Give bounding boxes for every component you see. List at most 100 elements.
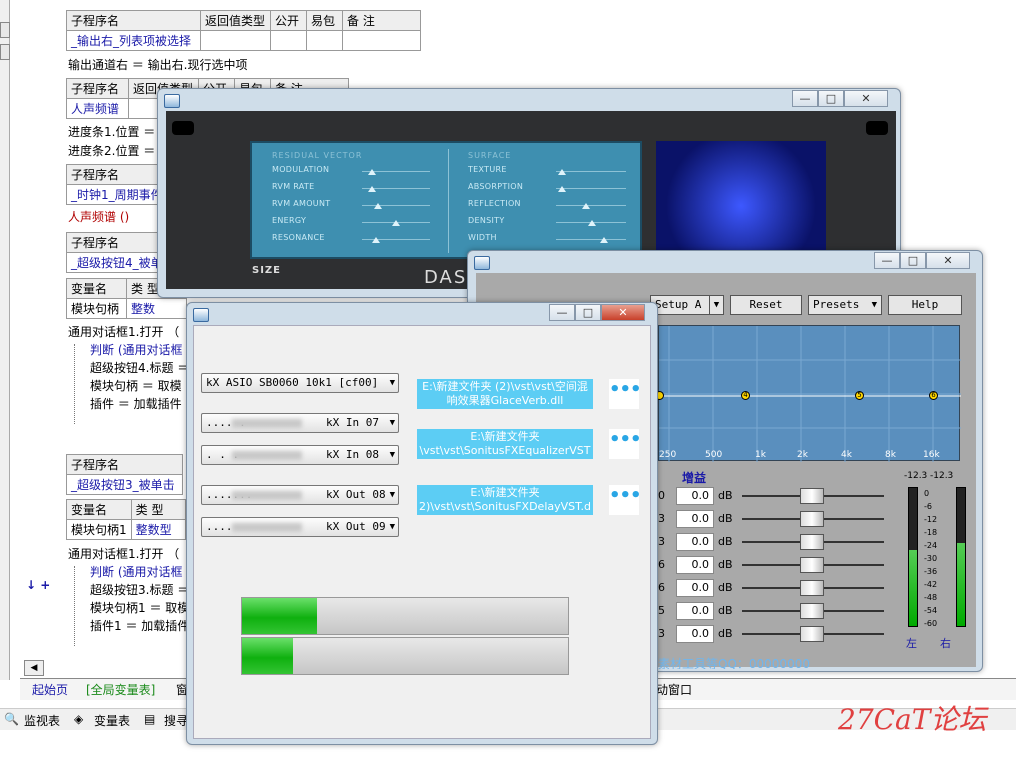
maximize-button[interactable]: □ xyxy=(575,304,601,321)
input-device-select[interactable]: kX ASIO SB0060 10k1 [cf00] ▼ xyxy=(201,373,399,393)
help-button[interactable]: Help xyxy=(888,295,962,315)
setup-select[interactable]: Setup A ▼ xyxy=(650,295,724,315)
close-button[interactable]: ✕ xyxy=(926,252,970,269)
var-name[interactable]: 模块句柄1 xyxy=(66,519,132,540)
param-slider[interactable] xyxy=(600,237,608,243)
code-line[interactable]: 插件 ＝ 加载插件 xyxy=(90,395,182,412)
eq-band-point[interactable]: 6 xyxy=(929,391,938,400)
channel-select-3[interactable]: ....... kX Out 08 ▼ xyxy=(201,485,399,505)
maximize-button[interactable]: □ xyxy=(818,90,844,107)
left-scroll-panel[interactable] xyxy=(0,0,10,680)
browse-button-1[interactable]: ••• xyxy=(609,379,642,409)
reset-button[interactable]: Reset xyxy=(730,295,802,315)
param-slider[interactable] xyxy=(558,169,566,175)
param-slider[interactable] xyxy=(558,186,566,192)
var-type[interactable]: 整数型 xyxy=(130,519,186,540)
sub-name[interactable]: 人声频谱 xyxy=(66,98,129,119)
code-line[interactable]: 模块句柄1 ＝ 取模 xyxy=(90,599,189,616)
gain-slider-handle[interactable] xyxy=(800,603,824,619)
gain-input[interactable]: 0.0 xyxy=(676,625,714,643)
gain-input[interactable]: 0.0 xyxy=(676,602,714,620)
var-type[interactable]: 整数 xyxy=(126,298,187,319)
meter-scale-label: 0 xyxy=(924,489,930,498)
minimize-button[interactable]: — xyxy=(874,252,900,269)
meter-peak-left: -12.3 xyxy=(904,471,928,481)
code-line[interactable]: 输出通道右 ＝ 输出右.现行选中项 xyxy=(68,56,247,73)
close-button[interactable]: ✕ xyxy=(844,90,888,107)
param-slider[interactable] xyxy=(372,237,380,243)
param-slider[interactable] xyxy=(582,203,590,209)
channel-prefix: .... xyxy=(206,520,233,533)
minimize-button[interactable]: — xyxy=(792,90,818,107)
scroll-button[interactable] xyxy=(0,44,10,60)
code-line[interactable]: 通用对话框1.打开 （ xyxy=(68,545,179,562)
tab-globals[interactable]: [全局变量表] xyxy=(86,681,155,698)
code-line[interactable]: 超级按钮4.标题 ＝ xyxy=(90,359,189,376)
close-button[interactable]: ✕ xyxy=(601,304,645,321)
presets-label: Presets xyxy=(813,298,860,311)
tab-startup-window[interactable]: 动窗口 xyxy=(656,681,692,698)
gain-input[interactable]: 0.0 xyxy=(676,510,714,528)
code-line[interactable]: 通用对话框1.打开 （ xyxy=(68,323,179,340)
brand-logo: DAS xyxy=(424,267,468,288)
chevron-down-icon: ▼ xyxy=(389,490,395,500)
var-table-button[interactable]: 变量表 xyxy=(94,712,130,729)
param-slider[interactable] xyxy=(368,169,376,175)
freq-label: 1k xyxy=(755,450,766,460)
watch-button[interactable]: 监视表 xyxy=(24,712,60,729)
param-slider[interactable] xyxy=(588,220,596,226)
code-line[interactable]: 插件1 ＝ 加载插件 xyxy=(90,617,189,634)
gain-input[interactable]: 0.0 xyxy=(676,556,714,574)
eq-grid xyxy=(659,326,961,462)
presets-select[interactable]: Presets ▼ xyxy=(808,295,882,315)
app-icon xyxy=(193,308,209,322)
gain-slider-handle[interactable] xyxy=(800,511,824,527)
code-line[interactable]: 模块句柄 ＝ 取模 xyxy=(90,377,182,394)
minimize-button[interactable]: — xyxy=(549,304,575,321)
sub-table-1: 子程序名 返回值类型 公开 易包备 注 _输出右_列表项被选择 xyxy=(66,10,421,51)
gain-slider-handle[interactable] xyxy=(800,557,824,573)
eq-band-point[interactable]: 5 xyxy=(855,391,864,400)
band-digit: 6 xyxy=(658,558,665,571)
code-line[interactable]: 超级按钮3.标题 ＝ xyxy=(90,581,189,598)
gain-slider-handle[interactable] xyxy=(800,488,824,504)
eq-band-point[interactable]: 4 xyxy=(741,391,750,400)
var-name[interactable]: 模块句柄 xyxy=(66,298,127,319)
code-line[interactable]: 人声频谱 () xyxy=(68,208,129,225)
sub-name[interactable]: _输出右_列表项被选择 xyxy=(66,30,201,51)
code-line[interactable]: 进度条1.位置 ＝ xyxy=(68,123,155,140)
section-title: SURFACE xyxy=(468,151,512,160)
maximize-button[interactable]: □ xyxy=(900,252,926,269)
gain-input[interactable]: 0.0 xyxy=(676,487,714,505)
eq-curve-graph[interactable]: 4 5 6 250 500 1k 2k 4k 8k 16k xyxy=(655,325,961,462)
param-slider[interactable] xyxy=(392,220,400,226)
gain-slider-handle[interactable] xyxy=(800,580,824,596)
param-slider[interactable] xyxy=(374,203,382,209)
param-label: RVM RATE xyxy=(272,182,315,191)
scroll-left-button[interactable]: ◀ xyxy=(24,660,44,676)
code-line[interactable]: 判断 (通用对话框 xyxy=(90,341,183,358)
gain-input[interactable]: 0.0 xyxy=(676,579,714,597)
sub-name[interactable]: _超级按钮3_被单击 xyxy=(66,474,183,495)
col-header: 易包 xyxy=(306,10,343,31)
right-channel-label: 右 xyxy=(940,637,951,650)
search-button[interactable]: 搜寻 xyxy=(164,712,188,729)
freq-label: 16k xyxy=(923,450,940,460)
gain-slider-handle[interactable] xyxy=(800,534,824,550)
scroll-button[interactable] xyxy=(0,22,10,38)
browse-button-2[interactable]: ••• xyxy=(609,429,642,459)
channel-select-4[interactable]: .... kX Out 09 ▼ xyxy=(201,517,399,537)
gain-slider-handle[interactable] xyxy=(800,626,824,642)
magnifier-icon: 🔍 xyxy=(4,712,19,726)
band-digit: 0 xyxy=(658,489,665,502)
freq-label: 500 xyxy=(705,450,723,460)
browse-button-3[interactable]: ••• xyxy=(609,485,642,515)
left-channel-label: 左 xyxy=(906,637,917,650)
channel-select-1[interactable]: .... . kX In 07 ▼ xyxy=(201,413,399,433)
tab-start[interactable]: 起始页 xyxy=(32,681,68,698)
code-line[interactable]: 进度条2.位置 ＝ xyxy=(68,142,155,159)
channel-select-2[interactable]: . . . kX In 08 ▼ xyxy=(201,445,399,465)
param-slider[interactable] xyxy=(368,186,376,192)
gain-input[interactable]: 0.0 xyxy=(676,533,714,551)
code-line[interactable]: 判断 (通用对话框 xyxy=(90,563,183,580)
